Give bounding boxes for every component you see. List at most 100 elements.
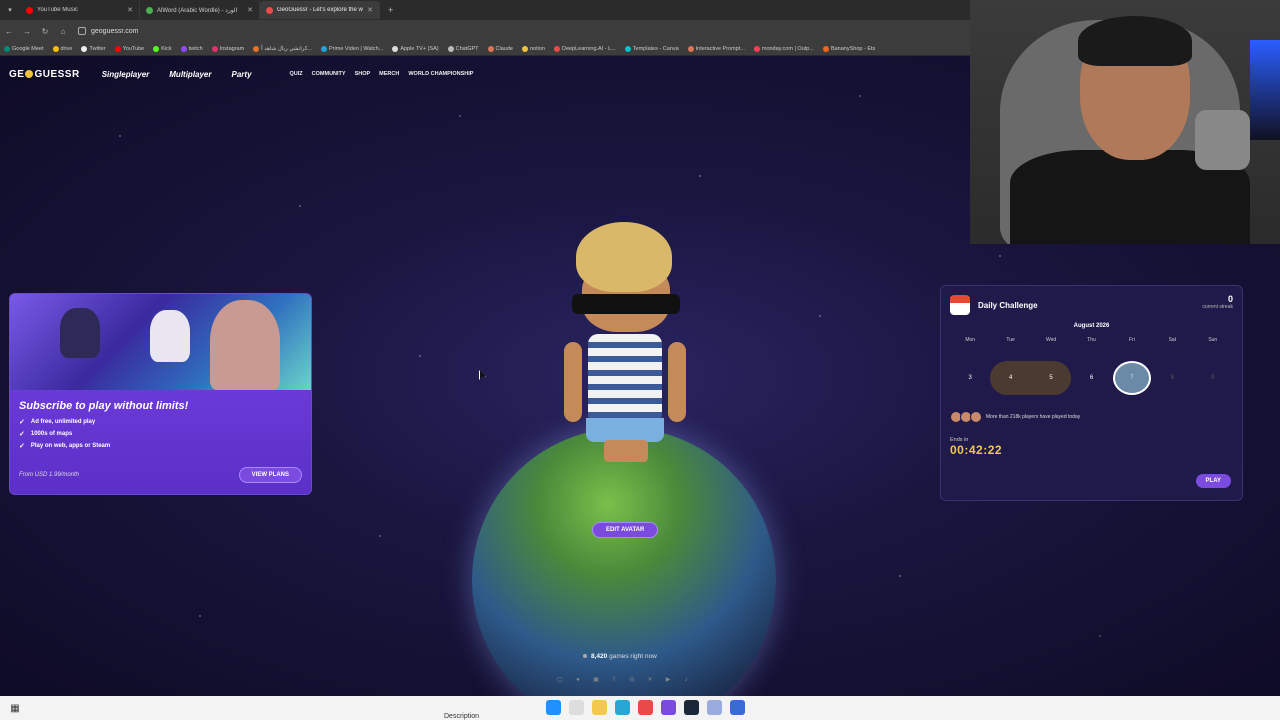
bookmark-notion[interactable]: notion: [521, 45, 545, 52]
tab-title: AlWord (Arabic Wordle) - الورد: [157, 7, 238, 14]
bookmark-label: Instagram: [219, 45, 245, 52]
back-arrow-icon[interactable]: ←: [0, 27, 18, 36]
widgets-icon[interactable]: ▦: [0, 703, 30, 714]
app-icon[interactable]: [707, 700, 722, 715]
daily-challenge-header: Daily Challenge: [950, 295, 1233, 315]
bookmark-icon: [447, 45, 454, 52]
file-explorer-icon[interactable]: [592, 700, 607, 715]
weekday-label: Tue: [1006, 337, 1015, 343]
bookmark-apple-tv[interactable]: Apple TV+ (SA): [392, 45, 439, 52]
streak-label: current streak: [1202, 304, 1233, 310]
steam-icon[interactable]: [684, 700, 699, 715]
app-icon[interactable]: [730, 700, 745, 715]
bookmark-interactive-prompt[interactable]: Interactive Prompt...: [687, 45, 745, 52]
bookmark-bananyshop[interactable]: BananyShop - Ets: [822, 45, 875, 52]
close-tab-icon[interactable]: ✕: [367, 6, 373, 14]
youtube-icon[interactable]: ▶: [664, 676, 672, 684]
app-icon[interactable]: [661, 700, 676, 715]
bookmark-prime-video[interactable]: Prime Video | Watch...: [321, 45, 384, 52]
nav-multiplayer[interactable]: Multiplayer: [169, 70, 211, 79]
social-links: ▢ ● ▣ f ◎ ✕ ▶ ♪: [556, 676, 690, 684]
tab-search-icon[interactable]: ▾: [0, 6, 20, 14]
bookmark-label: Claude: [495, 45, 513, 52]
live-dot-icon: [583, 654, 587, 658]
bookmark-icon: [753, 45, 760, 52]
bookmark-instagram[interactable]: Instagram: [211, 45, 245, 52]
browser-tab-alword[interactable]: AlWord (Arabic Wordle) - الورد ✕: [140, 1, 260, 19]
nav-party[interactable]: Party: [232, 70, 252, 79]
bookmark-twitter[interactable]: Twitter: [81, 45, 106, 52]
bookmark-monday[interactable]: monday.com | Outp...: [753, 45, 814, 52]
calendar-date-today[interactable]: 7: [1112, 361, 1152, 395]
games-suffix: games right now: [609, 653, 657, 660]
nav-shop[interactable]: SHOP: [355, 71, 371, 77]
bookmark-label: YouTube: [122, 45, 145, 52]
character-illustration: [210, 300, 280, 390]
calendar-date-played[interactable]: 5: [1030, 361, 1072, 395]
chrome-icon[interactable]: [638, 700, 653, 715]
twitch-icon[interactable]: ▢: [556, 676, 564, 684]
feature-label: 1000s of maps: [30, 431, 73, 437]
new-tab-button[interactable]: +: [380, 5, 401, 15]
bookmark-canva[interactable]: Templates - Canva: [624, 45, 679, 52]
bookmark-kick[interactable]: Kick: [153, 45, 172, 52]
nav-quiz[interactable]: QUIZ: [290, 71, 303, 77]
rgb-light: [1250, 40, 1280, 140]
home-icon[interactable]: ⌂: [54, 27, 72, 36]
close-tab-icon[interactable]: ✕: [127, 6, 133, 14]
geoguessr-logo[interactable]: GE GUESSR: [9, 69, 80, 80]
discord-icon[interactable]: ▣: [592, 676, 600, 684]
calendar-date[interactable]: 6: [1071, 361, 1111, 395]
view-plans-button[interactable]: VIEW PLANS: [238, 467, 302, 483]
bookmark-drive[interactable]: drive: [52, 45, 72, 52]
nav-merch[interactable]: MERCH: [379, 71, 399, 77]
daily-challenge-title: Daily Challenge: [978, 300, 1038, 310]
browser-tab-youtube-music[interactable]: YouTube Music ✕: [20, 1, 140, 19]
site-info-icon[interactable]: [78, 27, 86, 35]
play-daily-challenge-button[interactable]: PLAY: [1195, 474, 1231, 488]
tiktok-icon[interactable]: ♪: [682, 676, 690, 684]
bookmark-deeplearning[interactable]: DeepLearning.AI - L...: [553, 45, 616, 52]
bookmark-twitch[interactable]: twitch: [180, 45, 203, 52]
forward-arrow-icon[interactable]: →: [18, 27, 36, 36]
edit-avatar-button[interactable]: EDIT AVATAR: [592, 522, 659, 538]
bookmark-arabic[interactable]: كراتشي ريال شاهد أ...: [253, 45, 312, 52]
bookmark-icon: [553, 45, 560, 52]
tab-title: GeoGuessr - Let's explore the w: [277, 7, 363, 13]
avatar-skirt: [586, 418, 664, 442]
calendar-month: August 2026: [1073, 323, 1110, 329]
reddit-icon[interactable]: ●: [574, 676, 582, 684]
bookmark-google-meet[interactable]: Google Meet: [4, 45, 44, 52]
bookmark-icon: [487, 45, 494, 52]
x-icon[interactable]: ✕: [646, 676, 654, 684]
close-tab-icon[interactable]: ✕: [247, 6, 253, 14]
instagram-icon[interactable]: ◎: [628, 676, 636, 684]
calendar-date[interactable]: 3: [950, 361, 990, 395]
reload-icon[interactable]: ↻: [36, 27, 54, 36]
address-bar: ← → ↻ ⌂ geoguessr.com: [0, 20, 970, 42]
calendar-date-future: 8: [1170, 375, 1175, 381]
calendar-date-played[interactable]: 4: [990, 361, 1031, 395]
bookmark-youtube[interactable]: YouTube: [114, 45, 145, 52]
nav-world-championship[interactable]: WORLD CHAMPIONSHIP: [408, 71, 473, 77]
player-avatar[interactable]: [560, 222, 690, 462]
logo-text-start: GE: [9, 68, 25, 80]
nav-community[interactable]: COMMUNITY: [312, 71, 346, 77]
browser-tab-geoguessr[interactable]: GeoGuessr - Let's explore the w ✕: [260, 1, 380, 19]
search-icon[interactable]: [569, 700, 584, 715]
url-field[interactable]: geoguessr.com: [78, 27, 138, 35]
windows-start-icon[interactable]: [546, 700, 561, 715]
subscribe-card: Subscribe to play without limits! ✓ Ad fr…: [9, 293, 312, 495]
bookmark-icon: [822, 45, 829, 52]
today-label: 7: [1112, 361, 1151, 395]
globe-icon: [25, 69, 34, 78]
edge-icon[interactable]: [615, 700, 630, 715]
bookmark-label: Prime Video | Watch...: [329, 45, 384, 52]
bookmark-claude[interactable]: Claude: [487, 45, 513, 52]
bookmark-label: Templates - Canva: [632, 45, 679, 52]
avatar-arm: [564, 342, 582, 422]
nav-singleplayer[interactable]: Singleplayer: [102, 70, 150, 79]
weekday-label: Mon: [965, 337, 976, 343]
facebook-icon[interactable]: f: [610, 676, 618, 684]
bookmark-chatgpt[interactable]: ChatGPT: [447, 45, 479, 52]
